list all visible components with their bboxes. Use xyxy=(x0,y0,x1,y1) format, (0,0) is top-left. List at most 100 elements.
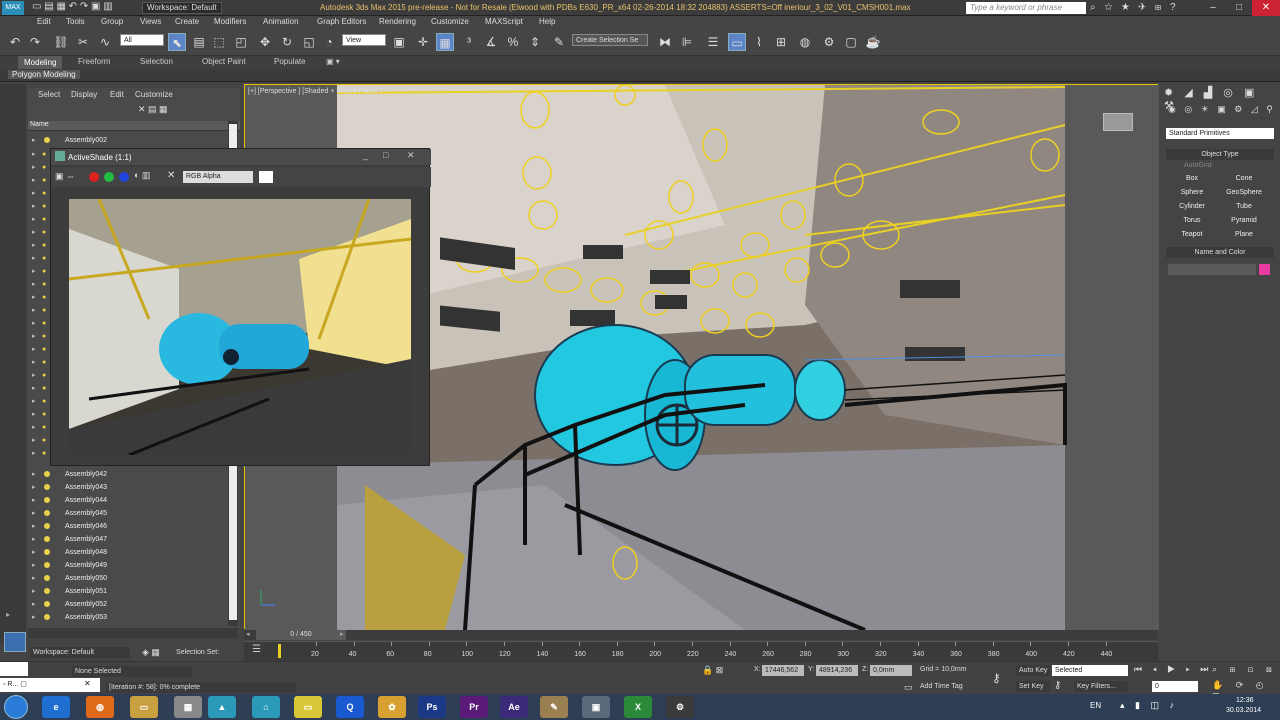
box-button[interactable]: Box xyxy=(1168,173,1216,184)
menu-create[interactable]: Create xyxy=(175,17,199,26)
close-listener-icon[interactable]: ✕ xyxy=(84,679,91,688)
object-name-field[interactable] xyxy=(1168,264,1256,275)
workspace-label[interactable]: Workspace: Default xyxy=(30,647,130,658)
cone-button[interactable]: Cone xyxy=(1220,173,1268,184)
manipulate-icon[interactable]: ✛ xyxy=(414,33,432,51)
light-bulb-icon[interactable] xyxy=(44,137,50,143)
list-item[interactable]: ▸ Assembly045 xyxy=(28,507,226,520)
blue-channel-icon[interactable] xyxy=(119,172,129,182)
maxscript-listener[interactable] xyxy=(0,662,28,676)
close-icon[interactable]: ✕ xyxy=(1252,0,1280,16)
time-tag-icon[interactable]: ▭ xyxy=(904,682,913,693)
light-bulb-icon[interactable] xyxy=(44,536,50,542)
max-logo-icon[interactable]: MAX xyxy=(2,1,24,15)
color-swatch[interactable] xyxy=(259,171,273,183)
clock-time[interactable]: 12:36 xyxy=(1236,697,1254,704)
mirror-icon[interactable]: ⧓ xyxy=(656,33,674,51)
primitives-dropdown[interactable]: Standard Primitives xyxy=(1166,128,1274,139)
activeshade-titlebar[interactable]: ActiveShade (1:1) _ □ ✕ xyxy=(51,149,431,165)
tools-taskbar-icon[interactable]: ✎ xyxy=(540,696,568,718)
light-bulb-icon[interactable] xyxy=(44,562,50,568)
tray-icons[interactable]: ▴ ▮ ◫ ♪ xyxy=(1120,700,1178,711)
infocenter-icons[interactable]: ⌕ ☆ ★ ✈ ⊞ ? xyxy=(1090,2,1179,13)
expand-arrow-icon[interactable]: ▸ xyxy=(32,598,36,611)
tab-populate[interactable]: Populate xyxy=(274,57,306,66)
percent-snap-icon[interactable]: % xyxy=(504,33,522,51)
rendered-frame-icon[interactable]: ▢ xyxy=(842,33,860,51)
current-frame-field[interactable]: 0 xyxy=(1152,681,1198,692)
scene-menu-select[interactable]: Select xyxy=(38,90,60,99)
quicktime-taskbar-icon[interactable]: Q xyxy=(336,696,364,718)
selection-filter-dropdown[interactable]: All xyxy=(120,34,164,46)
playback-controls-icon[interactable]: ⏮ ◂ ▶ ▸ ⏭ xyxy=(1134,664,1212,675)
scale-icon[interactable]: ◱ xyxy=(300,33,318,51)
x-coordinate-field[interactable]: 17446,562 xyxy=(762,665,804,676)
plane-button[interactable]: Plane xyxy=(1220,229,1268,240)
scene-explorer-tools-icon[interactable]: ✕ ▤ ▦ xyxy=(138,104,168,115)
light-bulb-icon[interactable] xyxy=(44,588,50,594)
torus-button[interactable]: Torus xyxy=(1168,215,1216,226)
excel-taskbar-icon[interactable]: X xyxy=(624,696,652,718)
teapot-button[interactable]: Teapot xyxy=(1168,229,1216,240)
activeshade-close-icon[interactable]: ✕ xyxy=(407,150,415,161)
graphite-toggle-icon[interactable]: ▭ xyxy=(728,33,746,51)
collapse-arrow-icon[interactable]: ▸ xyxy=(6,610,10,619)
clear-icon[interactable]: ✕ xyxy=(167,170,175,181)
ribbon-options-icon[interactable]: ▣ ▾ xyxy=(326,57,340,66)
menu-animation[interactable]: Animation xyxy=(263,17,299,26)
link-icon[interactable]: ⛓ xyxy=(52,33,70,51)
lock-icon[interactable]: 🔒 ⊠ xyxy=(702,665,723,676)
place-icon[interactable]: ◔ xyxy=(320,33,338,51)
scene-menu-customize[interactable]: Customize xyxy=(135,90,173,99)
time-slider-thumb[interactable]: 0 / 450 xyxy=(256,630,346,640)
light-bulb-icon[interactable] xyxy=(44,484,50,490)
layer-manager-icon[interactable]: ☰ xyxy=(704,33,722,51)
firefox-taskbar-icon[interactable]: ◍ xyxy=(86,696,114,718)
workspace-dropdown[interactable]: Workspace: Default xyxy=(142,2,222,14)
expand-arrow-icon[interactable]: ▸ xyxy=(32,559,36,572)
scene-hscrollbar[interactable] xyxy=(28,628,238,638)
maximize-icon[interactable]: □ xyxy=(1226,0,1252,16)
key-mode-dropdown[interactable]: Selected xyxy=(1052,665,1128,676)
angle-snap-icon[interactable]: ∡ xyxy=(482,33,500,51)
expand-arrow-icon[interactable]: ▸ xyxy=(32,481,36,494)
menu-graph-editors[interactable]: Graph Editors xyxy=(317,17,366,26)
name-column-header[interactable]: Name xyxy=(28,121,240,131)
light-bulb-icon[interactable] xyxy=(44,575,50,581)
next-frame-icon[interactable]: ▸ xyxy=(340,630,344,638)
command-panel-tabs[interactable]: ✹ ◢ ▟ ◎ ▣ ⚒ xyxy=(1164,86,1276,112)
menu-tools[interactable]: Tools xyxy=(66,17,85,26)
cylinder-button[interactable]: Cylinder xyxy=(1168,201,1216,212)
language-indicator[interactable]: EN xyxy=(1090,701,1101,710)
curve-editor-icon[interactable]: ⌇ xyxy=(750,33,768,51)
list-item[interactable]: ▸ Assembly053 xyxy=(28,611,226,624)
light-bulb-icon[interactable] xyxy=(44,614,50,620)
expand-arrow-icon[interactable]: ▸ xyxy=(32,468,36,481)
render-setup-icon[interactable]: ⚙ xyxy=(820,33,838,51)
activeshade-minimize-icon[interactable]: _ xyxy=(363,150,368,160)
autogrid-checkbox[interactable]: AutoGrid xyxy=(1184,162,1212,169)
select-object-icon[interactable]: ⬉ xyxy=(168,33,186,51)
geosphere-button[interactable]: GeoSphere xyxy=(1220,187,1268,198)
time-slider[interactable]: 0 / 450 ◂ ▸ xyxy=(244,630,1158,640)
expand-arrow-icon[interactable]: ▸ xyxy=(32,494,36,507)
tube-button[interactable]: Tube xyxy=(1220,201,1268,212)
bind-spacewarp-icon[interactable]: ∿ xyxy=(96,33,114,51)
undo-icon[interactable]: ↶ xyxy=(6,33,24,51)
list-item[interactable]: ▸ Assembly051 xyxy=(28,585,226,598)
list-item[interactable]: ▸ Assembly042 xyxy=(28,468,226,481)
redo-icon[interactable]: ↷ xyxy=(26,33,44,51)
set-key-icon[interactable]: ⚷ xyxy=(1054,680,1061,691)
quick-access-icons[interactable]: ▭ ▤ ▦ ↶ ↷ ▣ ▥ xyxy=(32,1,113,12)
unlink-icon[interactable]: ✂ xyxy=(74,33,92,51)
expand-arrow-icon[interactable]: ▸ xyxy=(32,134,36,147)
list-item[interactable]: ▸ Assembly052 xyxy=(28,598,226,611)
green-channel-icon[interactable] xyxy=(104,172,114,182)
menu-customize[interactable]: Customize xyxy=(431,17,469,26)
keyboard-shortcut-icon[interactable]: ▦ xyxy=(436,33,454,51)
expand-arrow-icon[interactable]: ▸ xyxy=(32,611,36,624)
explorer-taskbar-icon[interactable]: ▭ xyxy=(130,696,158,718)
list-item[interactable]: ▸ Assembly047 xyxy=(28,533,226,546)
scene-menu-edit[interactable]: Edit xyxy=(110,90,124,99)
move-icon[interactable]: ✥ xyxy=(256,33,274,51)
